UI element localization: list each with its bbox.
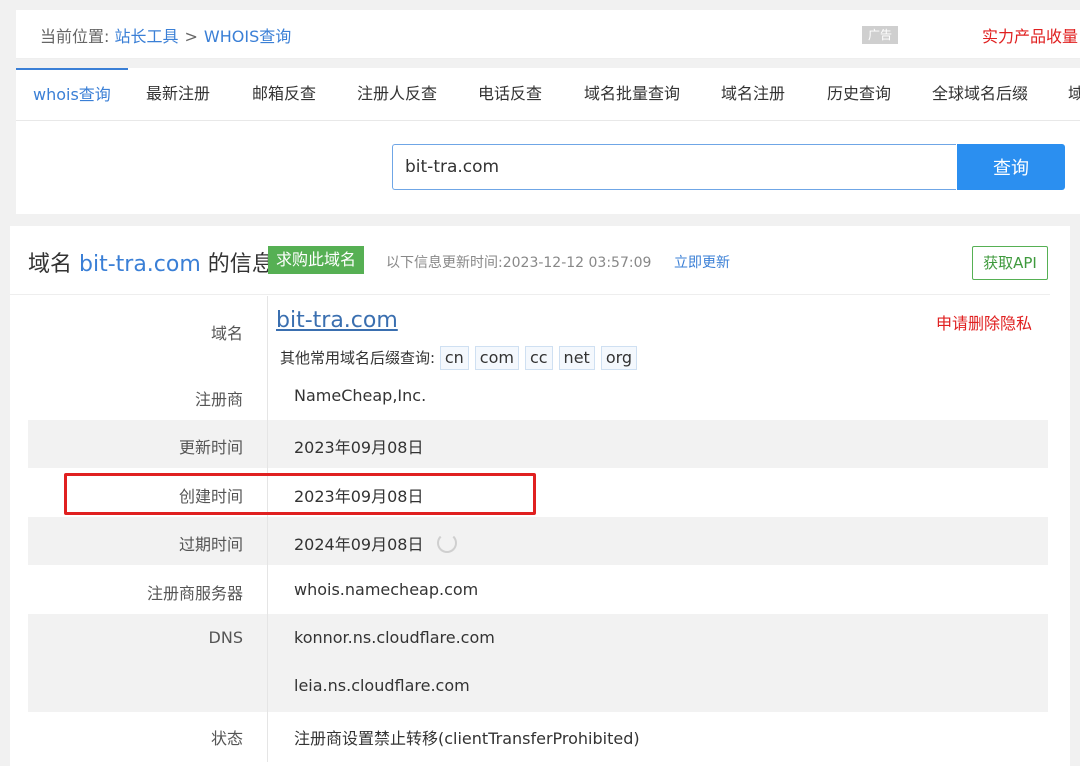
row-registrar: 注册商 NameCheap,Inc. (28, 371, 1048, 421)
label-domain: 域名 (210, 324, 243, 343)
breadcrumb-current-link[interactable]: WHOIS查询 (204, 27, 291, 46)
info-title-domain: bit-tra.com (79, 252, 201, 277)
value-registrar: NameCheap,Inc. (294, 386, 427, 405)
suffix-label: 其他常用域名后缀查询: (280, 349, 436, 367)
breadcrumb-bar: 当前位置: 站长工具 > WHOIS查询 广告 实力产品收量 (16, 10, 1080, 59)
value-whois-server: whois.namecheap.com (294, 580, 479, 599)
search-button[interactable]: 查询 (957, 144, 1065, 190)
breadcrumb: 当前位置: 站长工具 > WHOIS查询 (40, 23, 291, 47)
suffix-cn[interactable]: cn (439, 346, 469, 370)
tab-latest-registered[interactable]: 最新注册 (146, 68, 210, 120)
update-time-text: 以下信息更新时间:2023-12-12 03:57:09 (386, 255, 652, 271)
row-label: 注册商服务器 (28, 565, 268, 614)
tab-bulk-query[interactable]: 域名批量查询 (584, 68, 680, 120)
row-status: 状态 注册商设置禁止转移(clientTransferProhibited) (28, 712, 1048, 762)
value-expiry: 2024年09月08日 (294, 535, 424, 554)
row-updated: 更新时间 2023年09月08日 (28, 420, 1048, 468)
label-status: 状态 (210, 729, 243, 748)
tab-email-reverse[interactable]: 邮箱反查 (252, 68, 316, 120)
row-label: 过期时间 (28, 517, 268, 565)
tab-whois[interactable]: whois查询 (16, 68, 128, 120)
get-api-button[interactable]: 获取API (972, 246, 1048, 280)
value-updated: 2023年09月08日 (294, 438, 424, 457)
info-title-suffix: 的信息 (207, 252, 274, 277)
row-dns-1: DNS konnor.ns.cloudflare.com (28, 614, 1048, 662)
domain-search-input[interactable] (392, 144, 956, 190)
breadcrumb-home-link[interactable]: 站长工具 (115, 27, 179, 46)
row-dns-2: leia.ns.cloudflare.com (28, 662, 1048, 712)
ad-tag: 广告 (862, 26, 898, 44)
info-title: 域名 bit-tra.com 的信息 (28, 246, 274, 278)
label-whois-server: 注册商服务器 (146, 584, 243, 603)
row-whois-server: 注册商服务器 whois.namecheap.com (28, 565, 1048, 614)
row-label: 注册商 (28, 371, 268, 421)
value-status: 注册商设置禁止转移(clientTransferProhibited) (294, 729, 640, 748)
suffix-query: 其他常用域名后缀查询: cn com cc net org (280, 346, 643, 370)
highlight-box (64, 473, 536, 515)
value-dns-1: konnor.ns.cloudflare.com (294, 628, 495, 647)
refresh-icon[interactable] (437, 533, 458, 553)
suffix-com[interactable]: com (474, 346, 519, 370)
suffix-net[interactable]: net (558, 346, 595, 370)
search-card: whois查询 最新注册 邮箱反查 注册人反查 电话反查 域名批量查询 域名注册… (16, 68, 1080, 214)
suffix-org[interactable]: org (600, 346, 638, 370)
tab-bar: whois查询 最新注册 邮箱反查 注册人反查 电话反查 域名批量查询 域名注册… (16, 68, 1080, 121)
row-label: 状态 (28, 712, 268, 762)
info-header: 域名 bit-tra.com 的信息 求购此域名 以下信息更新时间:2023-1… (10, 226, 1050, 295)
row-label (28, 662, 268, 712)
update-now-link[interactable]: 立即更新 (674, 252, 730, 272)
label-expiry: 过期时间 (178, 535, 243, 554)
tab-registrant-reverse[interactable]: 注册人反查 (357, 68, 437, 120)
tab-phone-reverse[interactable]: 电话反查 (478, 68, 542, 120)
tab-global-suffix[interactable]: 全球域名后缀 (932, 68, 1028, 120)
tab-history[interactable]: 历史查询 (827, 68, 891, 120)
label-registrar: 注册商 (194, 390, 243, 409)
delete-privacy-link[interactable]: 申请删除隐私 (936, 310, 1032, 334)
value-expiry-wrap: 2024年09月08日 (294, 531, 458, 555)
breadcrumb-separator: > (184, 27, 198, 46)
label-updated: 更新时间 (178, 438, 243, 457)
row-label: 更新时间 (28, 420, 268, 468)
row-expiry: 过期时间 2024年09月08日 (28, 517, 1048, 565)
label-dns: DNS (208, 628, 243, 647)
buy-domain-button[interactable]: 求购此域名 (268, 246, 365, 274)
ad-link[interactable]: 实力产品收量 (982, 23, 1078, 47)
tab-domain-register[interactable]: 域名注册 (721, 68, 785, 120)
suffix-cc[interactable]: cc (524, 346, 553, 370)
tab-more[interactable]: 域 (1068, 68, 1080, 120)
breadcrumb-prefix: 当前位置: (40, 27, 110, 46)
row-label: DNS (28, 614, 268, 662)
domain-link[interactable]: bit-tra.com (276, 308, 398, 333)
value-dns-2: leia.ns.cloudflare.com (294, 676, 470, 695)
info-title-prefix: 域名 (28, 252, 73, 277)
